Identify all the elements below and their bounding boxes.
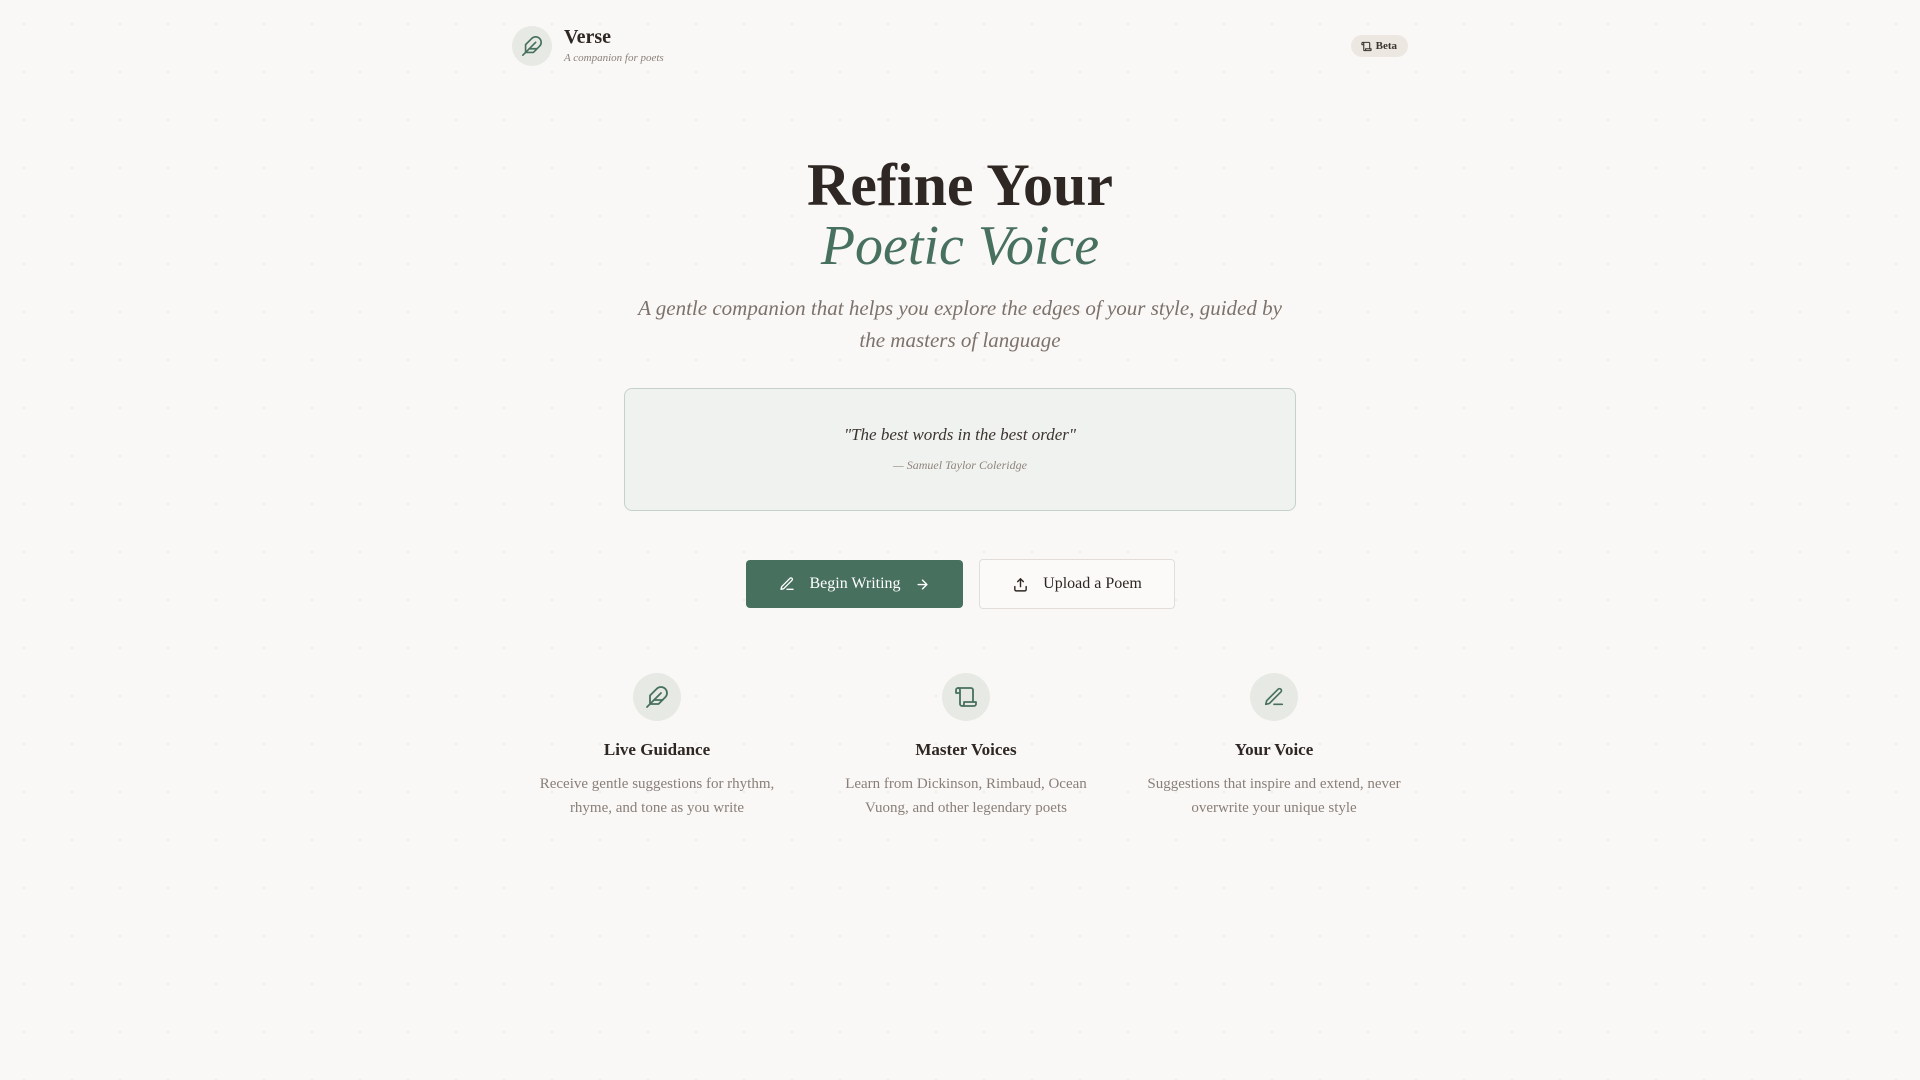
beta-label: Beta	[1375, 40, 1397, 52]
scroll-icon	[954, 685, 978, 709]
page: Verse A companion for poets Beta Refine …	[512, 0, 1408, 1080]
feature-icon-circle	[1250, 673, 1298, 721]
feature-description: Receive gentle suggestions for rhythm, r…	[539, 776, 775, 816]
pencil-icon	[779, 576, 795, 592]
feature-title: Master Voices	[915, 740, 1017, 759]
scroll-icon	[1360, 41, 1372, 52]
feature-icon-circle	[942, 673, 990, 721]
feature-description: Suggestions that inspire and extend, nev…	[1147, 776, 1401, 816]
feather-icon	[521, 35, 543, 57]
app-header: Verse A companion for poets Beta	[512, 26, 1408, 66]
upload-poem-button[interactable]: Upload a Poem	[979, 559, 1175, 609]
feature-icon-circle	[633, 673, 681, 721]
hero-title: Refine Your	[806, 152, 1114, 218]
feather-icon	[645, 685, 669, 709]
feature-description: Learn from Dickinson, Rimbaud, Ocean Vuo…	[845, 776, 1087, 816]
feature-title: Your Voice	[1234, 740, 1314, 759]
brand-tagline: A companion for poets	[564, 52, 664, 64]
hero-title-accent: Poetic Voice	[820, 215, 1100, 277]
beta-badge: Beta	[1350, 35, 1408, 57]
upload-icon	[1012, 576, 1029, 593]
quote-card: "The best words in the best order" — Sam…	[624, 388, 1296, 511]
begin-writing-label: Begin Writing	[809, 575, 901, 592]
feature-live-guidance: Live Guidance Receive gentle suggestions…	[512, 673, 802, 820]
begin-writing-button[interactable]: Begin Writing	[746, 560, 963, 608]
quote-author: — Samuel Taylor Coleridge	[893, 458, 1027, 472]
logo[interactable]	[512, 26, 552, 66]
feature-title: Live Guidance	[603, 740, 711, 759]
feature-master-voices: Master Voices Learn from Dickinson, Rimb…	[821, 673, 1111, 820]
upload-poem-label: Upload a Poem	[1043, 575, 1142, 592]
quote-text: "The best words in the best order"	[843, 425, 1077, 444]
brand-name: Verse	[564, 26, 612, 48]
hero-subtitle: A gentle companion that helps you explor…	[638, 296, 1282, 352]
pencil-icon	[1263, 686, 1285, 708]
arrow-right-icon	[915, 577, 930, 592]
feature-your-voice: Your Voice Suggestions that inspire and …	[1129, 673, 1419, 820]
